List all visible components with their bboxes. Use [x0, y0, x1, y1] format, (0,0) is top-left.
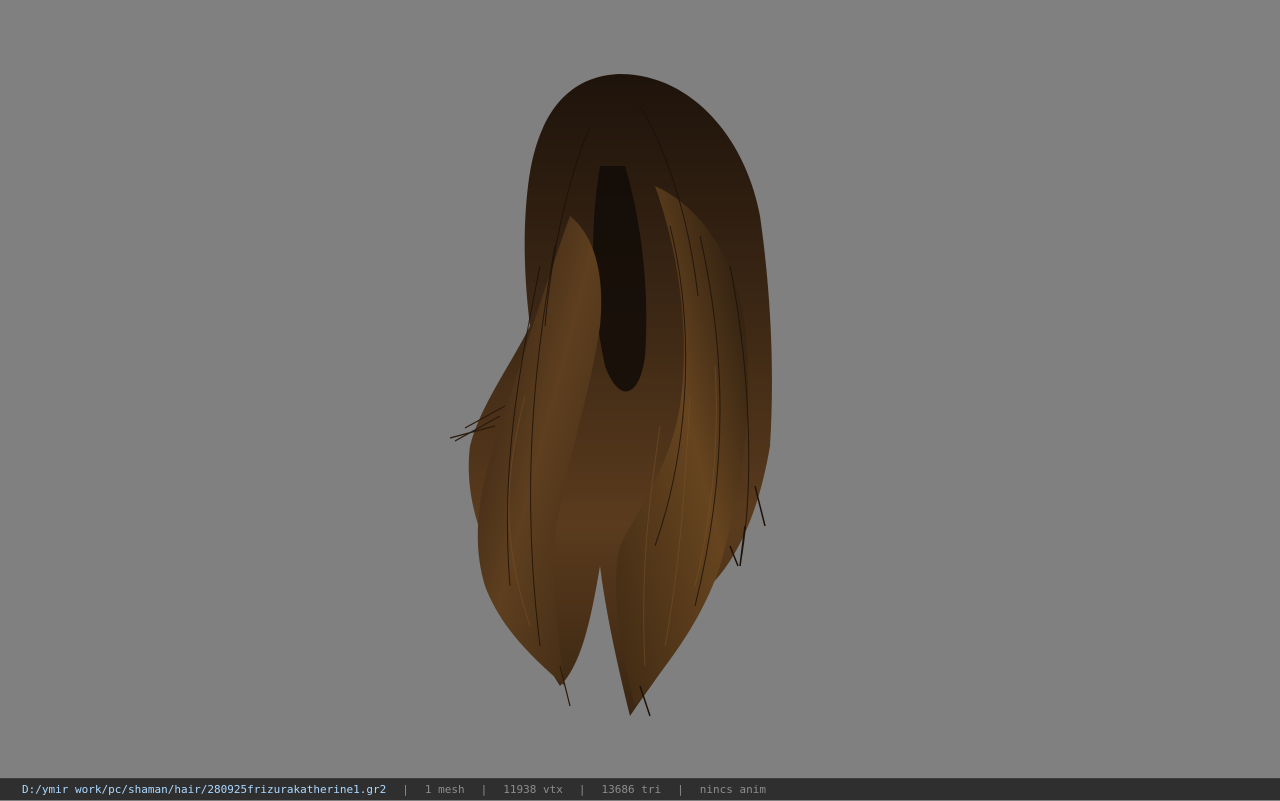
file-path: D:/ymir work/pc/shaman/hair/280925frizur…: [22, 782, 387, 796]
separator: |: [578, 782, 586, 796]
separator: |: [402, 782, 409, 796]
triangle-count: 13686 tri: [601, 782, 662, 796]
status-bar: D:/ymir work/pc/shaman/hair/280925frizur…: [0, 778, 1280, 800]
separator: |: [480, 782, 488, 796]
3d-viewport[interactable]: [0, 0, 1280, 778]
vertex-count: 11938 vtx: [503, 782, 563, 796]
separator: |: [677, 782, 684, 796]
hair-model: [449, 74, 772, 717]
mesh-count: 1 mesh: [424, 782, 465, 796]
animation-status: nincs anim: [699, 782, 766, 796]
